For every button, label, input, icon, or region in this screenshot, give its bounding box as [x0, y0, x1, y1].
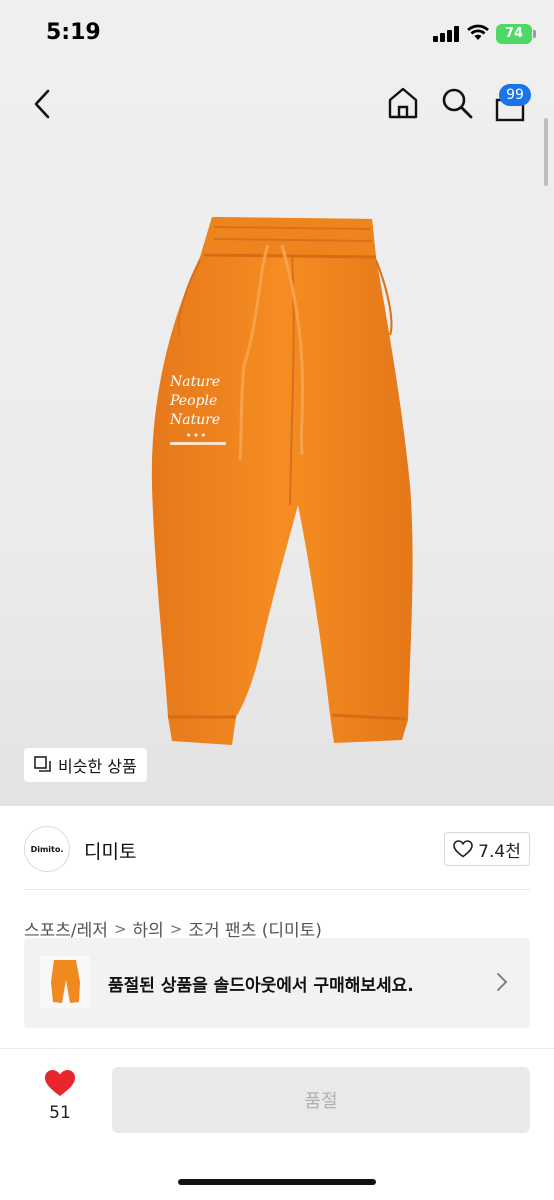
bottom-action-bar: 51 품절 [0, 1048, 554, 1200]
back-arrow-icon[interactable] [30, 88, 54, 120]
search-icon[interactable] [440, 86, 474, 120]
battery-tip [533, 30, 536, 38]
similar-products-label: 비슷한 상품 [58, 757, 137, 776]
brand-like-button[interactable]: 7.4천 [444, 832, 530, 866]
print-line-3: Nature [169, 412, 220, 428]
brand-logo[interactable]: Dimito. [24, 826, 70, 872]
brand-name[interactable]: 디미토 [84, 837, 136, 864]
status-time: 5:19 [46, 20, 101, 45]
wishlist-count: 51 [49, 1103, 71, 1123]
chevron-right-icon: > [169, 919, 183, 938]
soldout-product-thumbnail [40, 956, 90, 1008]
heart-filled-icon [45, 1070, 75, 1096]
heart-outline-icon [453, 840, 473, 858]
print-stars: ★ ★ ★ [186, 432, 206, 439]
scroll-indicator [544, 118, 548, 186]
divider [24, 889, 530, 890]
copy-squares-icon [34, 756, 51, 772]
chevron-right-icon: > [113, 919, 127, 938]
soldout-banner-text: 품절된 상품을 솔드아웃에서 구매해보세요. [108, 976, 414, 996]
product-photo-jogger-pants: Nature People Nature ★ ★ ★ [151, 217, 413, 745]
brand-like-count: 7.4천 [478, 841, 521, 862]
battery-indicator: 74 [496, 24, 532, 44]
print-line-1: Nature [169, 374, 220, 390]
brand-row[interactable]: Dimito. 디미토 7.4천 [24, 826, 530, 874]
chevron-right-icon [497, 973, 508, 991]
cellular-signal-icon [433, 26, 461, 42]
cart-count-badge: 99 [499, 84, 531, 106]
wishlist-button[interactable]: 51 [38, 1069, 82, 1129]
soldout-button[interactable]: 품절 [112, 1067, 530, 1133]
print-line-2: People [169, 393, 217, 409]
home-indicator [178, 1179, 376, 1185]
similar-products-button[interactable]: 비슷한 상품 [24, 748, 147, 782]
status-bar: 5:19 74 [0, 0, 554, 66]
home-icon[interactable] [386, 86, 420, 120]
soldout-banner[interactable]: 품절된 상품을 솔드아웃에서 구매해보세요. [24, 938, 530, 1028]
wifi-icon [467, 24, 489, 40]
